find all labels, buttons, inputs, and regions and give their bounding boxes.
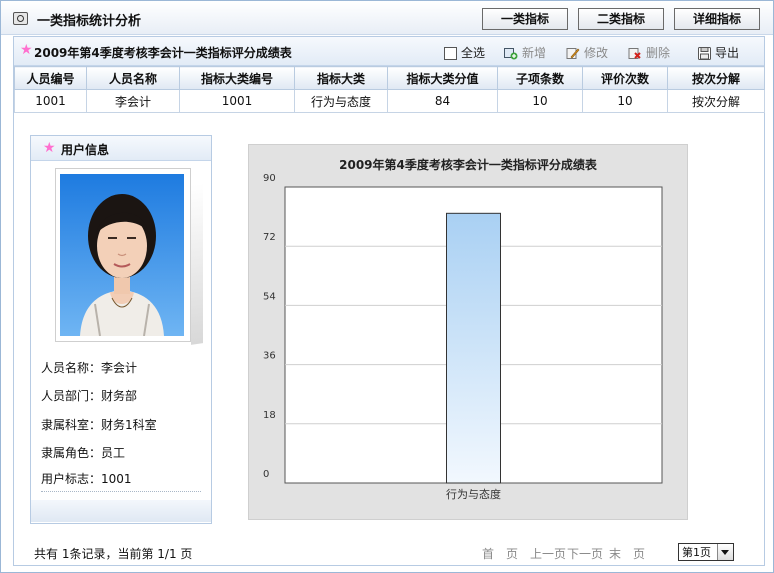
delete-icon: [628, 48, 641, 59]
user-section-value: 财务1科室: [101, 418, 157, 432]
star-icon: ★: [20, 42, 33, 58]
edit-icon: [566, 48, 580, 59]
y-tick-label: 72: [263, 232, 276, 243]
user-info-footer: [31, 500, 211, 522]
first-page-link[interactable]: 首 页: [482, 545, 518, 562]
user-id-value: 1001: [101, 472, 132, 486]
select-all-checkbox[interactable]: 全选: [444, 44, 485, 61]
user-role-row: 隶属角色：员工: [41, 444, 125, 461]
cell-category: 行为与态度: [294, 89, 388, 113]
edit-label: 修改: [584, 46, 609, 60]
user-id-row: 用户标志：1001: [41, 470, 132, 487]
cell-category-id: 1001: [179, 89, 295, 113]
user-name-value: 李会计: [101, 361, 138, 375]
star-icon: ★: [43, 140, 56, 156]
column-header[interactable]: 按次分解: [667, 66, 765, 90]
user-info-title: 用户信息: [61, 143, 110, 157]
y-tick-label: 18: [263, 410, 276, 421]
x-category-label: 行为与态度: [446, 487, 501, 501]
main-window: 一类指标统计分析 一类指标 二类指标 详细指标 ★ 2009年第4季度考核李会计…: [0, 0, 774, 573]
score-table: 人员编号 人员名称 指标大类编号 指标大类 指标大类分值 子项条数 评价次数 按…: [14, 66, 765, 113]
table-header-row: 人员编号 人员名称 指标大类编号 指标大类 指标大类分值 子项条数 评价次数 按…: [14, 66, 765, 90]
column-header[interactable]: 指标大类: [294, 66, 388, 90]
user-info-header: ★ 用户信息: [31, 136, 211, 161]
user-photo: [55, 168, 191, 342]
x-axis-labels: 行为与态度: [446, 487, 501, 501]
divider: [41, 491, 201, 492]
select-all-label: 全选: [461, 46, 486, 60]
bars: [446, 212, 501, 484]
add-label: 新增: [522, 46, 547, 60]
column-header[interactable]: 指标大类分值: [387, 66, 498, 90]
chart-title: 2009年第4季度考核李会计一类指标评分成绩表: [339, 157, 598, 172]
delete-label: 删除: [646, 46, 671, 60]
y-tick-label: 90: [263, 173, 276, 184]
page-select[interactable]: 第1页: [678, 543, 734, 561]
page-title: 一类指标统计分析: [37, 14, 142, 29]
bar-chart: 2009年第4季度考核李会计一类指标评分成绩表 0 18 36 54 72 90 行为与态…: [263, 157, 663, 501]
tab-level-one-indicators[interactable]: 一类指标: [482, 8, 568, 30]
pagination-bar: 共有 1条记录，当前第 1/1 页 首 页 上一页 下一页 末 页 第1页: [14, 543, 764, 565]
portrait-image: [60, 174, 184, 336]
export-button[interactable]: 导出: [698, 44, 739, 61]
delete-button[interactable]: 删除: [628, 44, 670, 61]
add-icon: [504, 48, 518, 60]
photo-shadow: [191, 183, 203, 345]
cell-person-name: 李会计: [86, 89, 180, 113]
camera-icon: [13, 12, 28, 25]
user-name-row: 人员名称：李会计: [41, 359, 137, 376]
user-role-label: 隶属角色：: [41, 446, 102, 460]
user-section-label: 隶属科室：: [41, 418, 102, 432]
user-id-label: 用户标志：: [41, 472, 102, 486]
user-name-label: 人员名称：: [41, 361, 102, 375]
column-header[interactable]: 指标大类编号: [179, 66, 295, 90]
user-photo-frame: [55, 168, 203, 345]
tab-level-two-indicators[interactable]: 二类指标: [578, 8, 664, 30]
panel-header: ★ 2009年第4季度考核李会计一类指标评分成绩表 全选 新增 修改 删除 导出: [14, 37, 764, 66]
panel-title: 2009年第4季度考核李会计一类指标评分成绩表: [34, 46, 292, 60]
bar: [446, 212, 501, 484]
column-header[interactable]: 人员名称: [86, 66, 180, 90]
y-tick-label: 36: [263, 351, 276, 362]
user-dept-row: 人员部门：财务部: [41, 387, 137, 404]
y-tick-label: 54: [263, 291, 276, 302]
cell-subitem-count: 10: [497, 89, 583, 113]
cell-category-score: 84: [387, 89, 498, 113]
score-panel: ★ 2009年第4季度考核李会计一类指标评分成绩表 全选 新增 修改 删除 导出: [13, 36, 765, 566]
edit-button[interactable]: 修改: [566, 44, 608, 61]
next-page-link[interactable]: 下一页: [567, 545, 603, 562]
column-header[interactable]: 子项条数: [497, 66, 583, 90]
table-row[interactable]: 1001 李会计 1001 行为与态度 84 10 10 按次分解: [14, 89, 765, 113]
y-tick-label: 0: [263, 469, 269, 480]
user-role-value: 员工: [101, 446, 126, 460]
prev-page-link[interactable]: 上一页: [530, 545, 566, 562]
chevron-down-icon[interactable]: [717, 544, 733, 560]
tab-detail-indicators[interactable]: 详细指标: [674, 8, 760, 30]
top-bar: 一类指标统计分析 一类指标 二类指标 详细指标: [1, 1, 773, 35]
export-label: 导出: [715, 46, 740, 60]
breakdown-link[interactable]: 按次分解: [667, 89, 765, 113]
record-summary: 共有 1条记录，当前第 1/1 页: [34, 547, 193, 561]
user-dept-label: 人员部门：: [41, 389, 102, 403]
cell-person-id: 1001: [14, 89, 87, 113]
column-header[interactable]: 评价次数: [582, 66, 668, 90]
y-axis-ticks: 0 18 36 54 72 90: [263, 173, 276, 480]
checkbox-icon: [444, 47, 457, 60]
page-select-value: 第1页: [682, 546, 711, 559]
cell-eval-count: 10: [582, 89, 668, 113]
column-header[interactable]: 人员编号: [14, 66, 87, 90]
save-icon: [698, 47, 711, 60]
user-info-panel: ★ 用户信息 人员名称：李会计 人员部门：财务部 隶属科室：财务1科室 隶属角色…: [30, 135, 212, 524]
user-section-row: 隶属科室：财务1科室: [41, 416, 157, 433]
add-button[interactable]: 新增: [504, 44, 546, 61]
last-page-link[interactable]: 末 页: [609, 545, 645, 562]
user-dept-value: 财务部: [101, 389, 138, 403]
score-chart: 2009年第4季度考核李会计一类指标评分成绩表 0 18 36 54 72 90 行为与态…: [248, 144, 688, 520]
